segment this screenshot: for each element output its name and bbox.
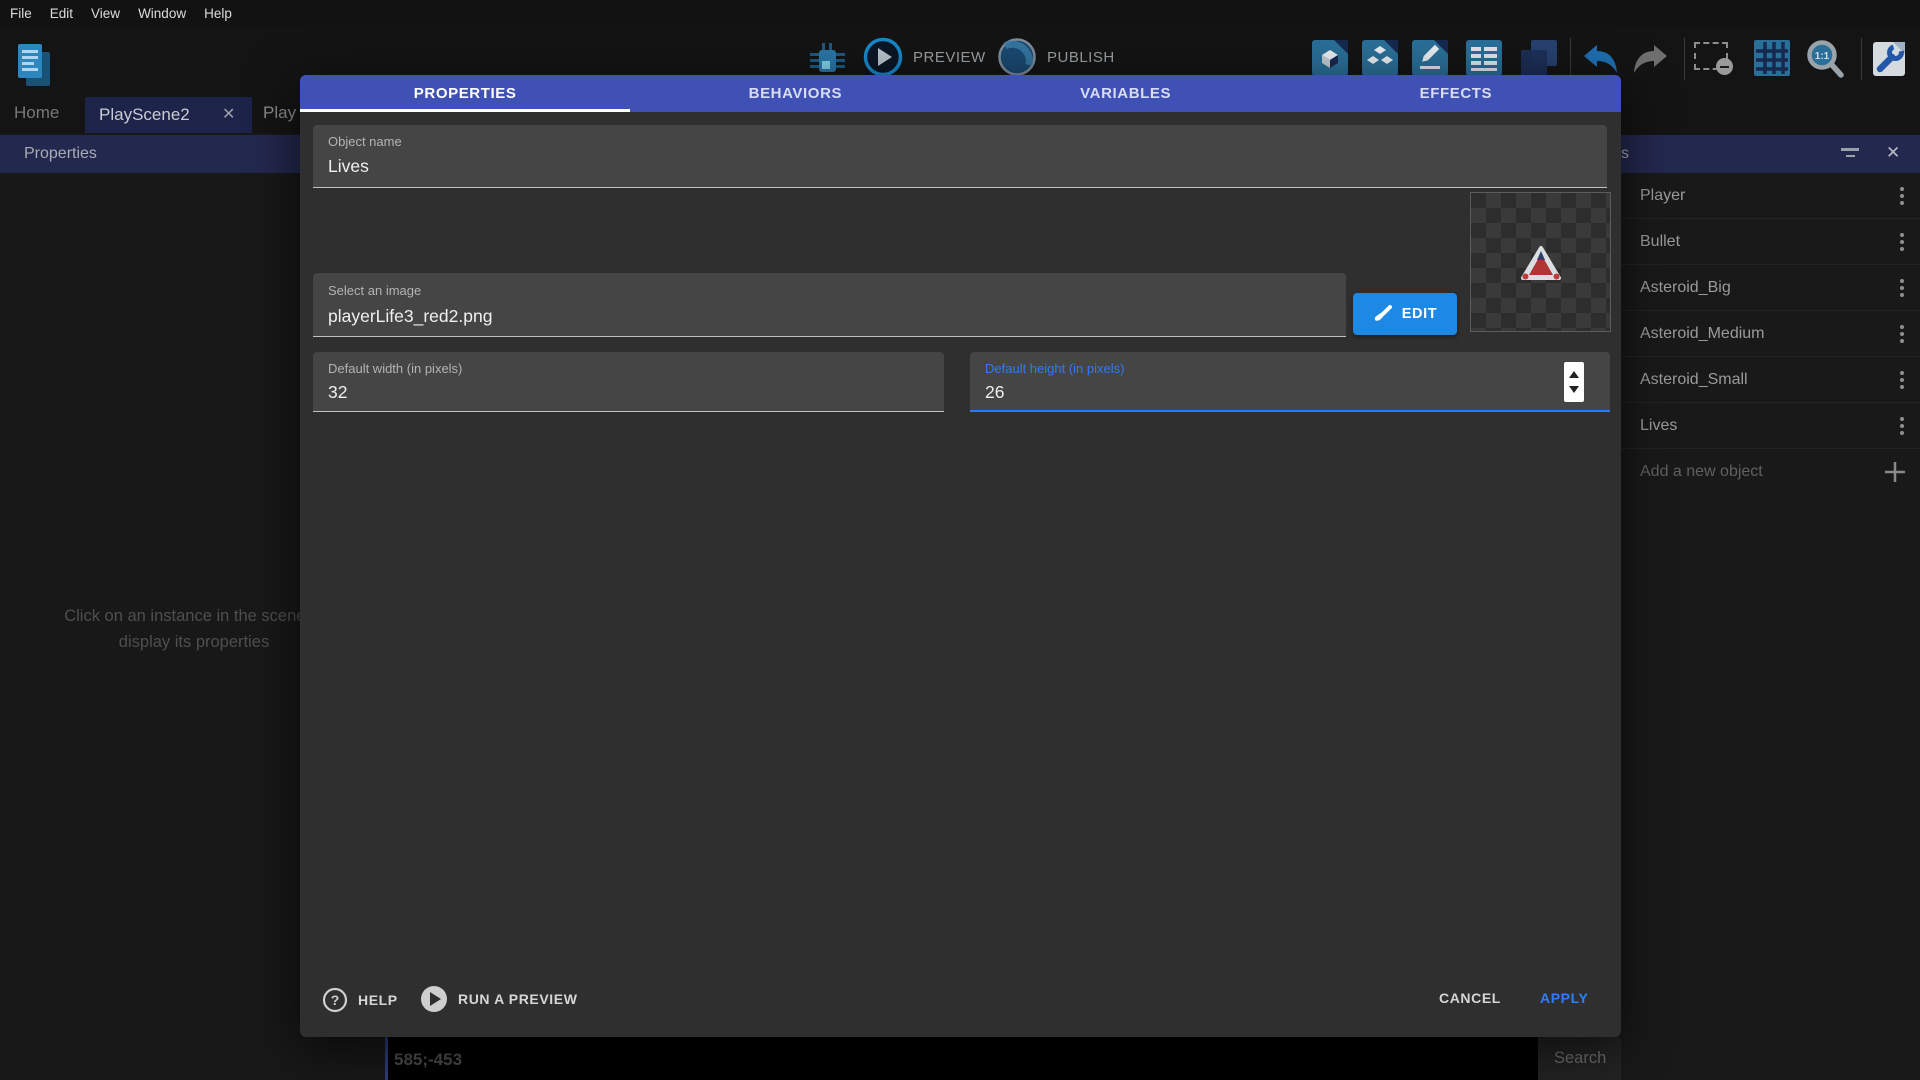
paintbrush-icon [1373,304,1393,324]
apply-button[interactable]: APPLY [1540,990,1588,1006]
objects-panel-header: s ✕ [1621,135,1920,173]
run-preview-label: RUN A PREVIEW [458,991,578,1007]
tab-playscene2-label: PlayScene2 [99,105,190,125]
objects-panel-title-clipped: s [1621,145,1629,163]
object-label: Asteroid_Small [1640,371,1748,389]
image-select-field[interactable]: Select an image playerLife3_red2.png [313,273,1346,337]
toolbar-separator [1570,38,1571,80]
objects-list: Player Bullet Asteroid_Big Asteroid_Medi… [1621,173,1920,494]
object-label: Asteroid_Medium [1640,325,1765,343]
toolbar-separator [1684,38,1685,80]
filter-icon[interactable] [1841,148,1859,157]
add-object-row[interactable]: Add a new object [1621,449,1920,494]
tab-close-icon[interactable]: ✕ [222,104,235,124]
object-editor-dialog: PROPERTIES BEHAVIORS VARIABLES EFFECTS O… [300,75,1621,1037]
object-row-lives[interactable]: Lives [1621,403,1920,449]
default-width-value: 32 [328,382,347,403]
tab-play-partial[interactable]: Play [263,103,296,123]
properties-panel-title: Properties [24,145,97,163]
cancel-label: CANCEL [1439,990,1501,1006]
run-preview-icon [420,985,448,1013]
sprite-thumbnail [1470,192,1611,332]
redo-icon[interactable] [1629,42,1671,81]
menu-window[interactable]: Window [138,6,186,21]
publish-button[interactable]: PUBLISH [996,36,1115,78]
image-select-label: Select an image [328,283,421,298]
help-icon: ? [322,987,348,1013]
object-name-value: Lives [328,156,369,177]
default-height-label: Default height (in pixels) [985,361,1124,376]
dialog-tab-effects[interactable]: EFFECTS [1291,75,1621,112]
menu-help[interactable]: Help [204,6,232,21]
default-height-value: 26 [985,382,1004,403]
preview-play-icon [862,36,904,78]
dialog-tab-properties[interactable]: PROPERTIES [300,75,630,112]
object-label: Player [1640,187,1685,205]
object-label: Asteroid_Big [1640,279,1731,297]
scene-canvas-strip: 585;-453 [388,1037,1538,1080]
settings-wrench-icon[interactable] [1871,40,1907,83]
object-row-asteroid-medium[interactable]: Asteroid_Medium [1621,311,1920,357]
tab-playscene2[interactable]: PlayScene2 ✕ [85,97,252,133]
help-button[interactable]: ? HELP [322,987,398,1013]
plus-icon[interactable] [1884,461,1906,483]
object-row-player[interactable]: Player [1621,173,1920,219]
kebab-menu-icon[interactable] [1900,371,1904,389]
object-name-label: Object name [328,134,402,149]
zoom-original-icon[interactable]: 1:1 [1803,38,1849,85]
number-stepper[interactable] [1564,362,1584,402]
kebab-menu-icon[interactable] [1900,233,1904,251]
edit-button-label: EDIT [1402,306,1437,322]
cancel-button[interactable]: CANCEL [1439,990,1501,1006]
publish-label: PUBLISH [1047,49,1115,66]
preview-button[interactable]: PREVIEW [862,36,986,78]
object-name-field[interactable]: Object name Lives [313,125,1607,188]
object-row-bullet[interactable]: Bullet [1621,219,1920,265]
edit-image-button[interactable]: EDIT [1353,293,1457,335]
menu-bar: File Edit View Window Help [0,0,1920,27]
object-label: Bullet [1640,233,1680,251]
svg-text:?: ? [331,992,340,1008]
dialog-tab-behaviors[interactable]: BEHAVIORS [630,75,960,112]
objects-panel: s ✕ Player Bullet Asteroid_Big Asteroid_… [1621,135,1920,1080]
project-manager-icon[interactable] [16,42,54,88]
menu-edit[interactable]: Edit [50,6,73,21]
preview-label: PREVIEW [913,49,986,66]
run-a-preview-button[interactable]: RUN A PREVIEW [420,985,578,1013]
default-width-label: Default width (in pixels) [328,361,462,376]
ship-sprite [1519,245,1563,283]
image-select-value: playerLife3_red2.png [328,306,492,327]
kebab-menu-icon[interactable] [1900,279,1904,297]
object-label: Lives [1640,417,1677,435]
kebab-menu-icon[interactable] [1900,187,1904,205]
kebab-menu-icon[interactable] [1900,417,1904,435]
object-row-asteroid-big[interactable]: Asteroid_Big [1621,265,1920,311]
default-height-field[interactable]: Default height (in pixels) 26 [970,352,1610,412]
menu-view[interactable]: View [91,6,120,21]
apply-label: APPLY [1540,990,1588,1006]
dialog-tab-variables[interactable]: VARIABLES [961,75,1291,112]
kebab-menu-icon[interactable] [1900,325,1904,343]
publish-globe-icon [996,36,1038,78]
toolbar-separator [1861,38,1862,80]
grid-icon[interactable] [1754,40,1790,81]
gdevelop-editor: File Edit View Window Help PREVIEW PUBLI… [0,0,1920,1080]
add-object-label: Add a new object [1640,463,1763,481]
dialog-tab-bar: PROPERTIES BEHAVIORS VARIABLES EFFECTS [300,75,1621,112]
default-width-field[interactable]: Default width (in pixels) 32 [313,352,944,412]
menu-file[interactable]: File [10,6,32,21]
svg-text:1:1: 1:1 [1815,51,1830,62]
help-label: HELP [358,992,398,1008]
object-row-asteroid-small[interactable]: Asteroid_Small [1621,357,1920,403]
close-panel-icon[interactable]: ✕ [1886,143,1900,163]
mask-selection-icon[interactable] [1694,42,1736,78]
tab-home[interactable]: Home [14,103,59,123]
cursor-coordinates: 585;-453 [394,1050,462,1070]
